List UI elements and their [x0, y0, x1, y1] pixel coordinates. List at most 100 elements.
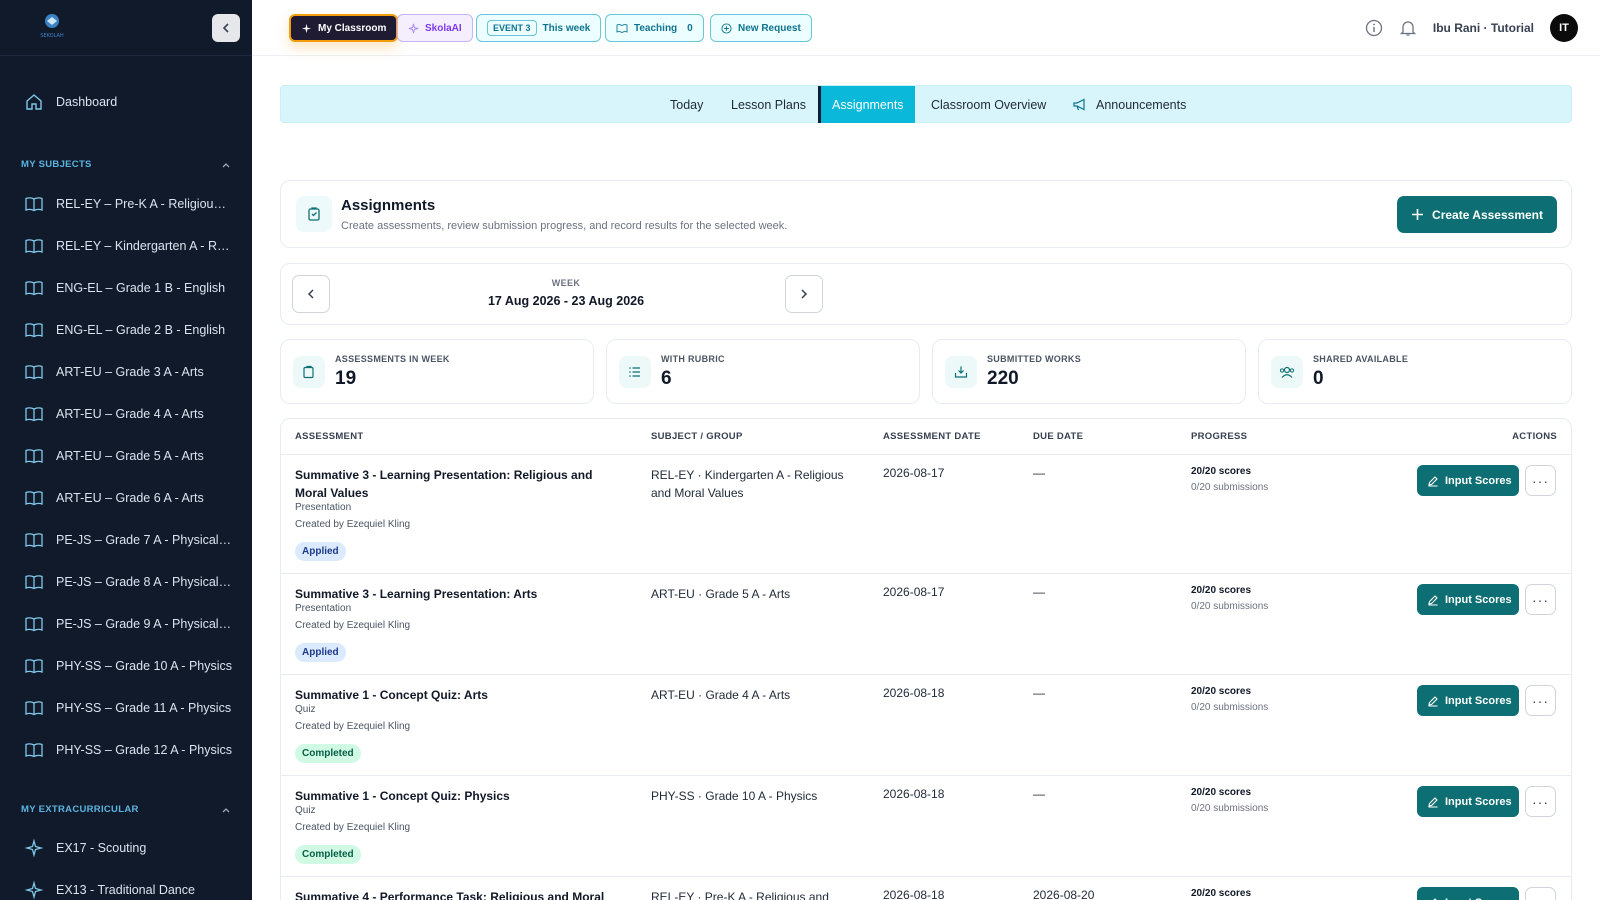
avatar[interactable]: IT — [1550, 14, 1578, 42]
skola-ai-chip[interactable]: SkolaAI — [397, 14, 473, 42]
sidebar-item-subject[interactable]: PHY-SS – Grade 10 A - Physics — [0, 648, 252, 684]
more-actions-button[interactable]: ··· — [1525, 887, 1556, 900]
teaching-chip[interactable]: Teaching 0 — [605, 14, 704, 42]
my-classroom-chip[interactable]: My Classroom — [289, 14, 399, 42]
more-actions-button[interactable]: ··· — [1525, 685, 1556, 716]
assessment-title[interactable]: Summative 3 - Learning Presentation: Art… — [295, 585, 625, 603]
assessment-title[interactable]: Summative 3 - Learning Presentation: Rel… — [295, 466, 625, 502]
tab-lesson-plans[interactable]: Lesson Plans — [720, 86, 817, 123]
sidebar-item-extracurricular[interactable]: EX17 - Scouting — [0, 830, 252, 866]
stat-label: WITH RUBRIC — [661, 354, 725, 364]
book-icon — [25, 743, 43, 758]
tab-classroom-overview[interactable]: Classroom Overview — [920, 86, 1057, 123]
sidebar-item-subject[interactable]: ART-EU – Grade 4 A - Arts — [0, 396, 252, 432]
book-icon — [25, 449, 43, 464]
sidebar-item-subject[interactable]: ART-EU – Grade 5 A - Arts — [0, 438, 252, 474]
stat-value: 19 — [335, 368, 357, 389]
bell-icon[interactable] — [1399, 19, 1417, 37]
chevron-up-icon — [222, 807, 230, 812]
sidebar-item-subject[interactable]: PE-JS – Grade 7 A - Physical Education — [0, 522, 252, 558]
tab-label: Lesson Plans — [731, 97, 807, 112]
table-row[interactable]: Summative 1 - Concept Quiz: Arts Quiz Crea… — [281, 675, 1571, 776]
create-assessment-button[interactable]: Create Assessment — [1397, 196, 1557, 233]
sidebar-item-label: ENG-EL – Grade 2 B - English — [56, 323, 226, 337]
plus-circle-icon — [721, 22, 732, 34]
tab-assignments[interactable]: Assignments — [818, 86, 915, 123]
more-actions-button[interactable]: ··· — [1525, 465, 1556, 496]
assessment-title[interactable]: Summative 1 - Concept Quiz: Arts — [295, 686, 625, 704]
input-scores-button[interactable]: Input Scores — [1417, 887, 1519, 900]
sidebar-item-subject[interactable]: PE-JS – Grade 8 A - Physical Education — [0, 564, 252, 600]
book-icon — [25, 491, 43, 506]
sidebar-item-subject[interactable]: REL-EY – Kindergarten A - Religious and … — [0, 228, 252, 264]
assessment-title[interactable]: Summative 4 - Performance Task: Religiou… — [295, 888, 625, 900]
edit-icon — [1428, 695, 1438, 707]
megaphone-icon — [1073, 98, 1085, 111]
next-week-button[interactable] — [785, 275, 823, 313]
previous-week-button[interactable] — [292, 275, 330, 313]
table-row[interactable]: Summative 1 - Concept Quiz: Physics Quiz C… — [281, 776, 1571, 877]
my-subjects-heading[interactable]: MY SUBJECTS — [21, 159, 231, 170]
sidebar: SEKOLAH Dashboard MY SUBJECTS REL-EY – P… — [0, 0, 252, 900]
tab-announcements[interactable]: Announcements — [1062, 86, 1197, 123]
svg-text:SEKOLAH: SEKOLAH — [40, 33, 64, 39]
button-label: Input Scores — [1445, 897, 1512, 900]
table-row[interactable]: Summative 4 - Performance Task: Religiou… — [281, 877, 1571, 900]
sidebar-item-subject[interactable]: ART-EU – Grade 3 A - Arts — [0, 354, 252, 390]
tab-today[interactable]: Today — [659, 86, 714, 123]
sidebar-item-subject[interactable]: ENG-EL – Grade 2 B - English — [0, 312, 252, 348]
chip-label: Teaching — [634, 22, 678, 34]
table-row[interactable]: Summative 3 - Learning Presentation: Rel… — [281, 455, 1571, 574]
sidebar-item-label: PHY-SS – Grade 10 A - Physics — [56, 659, 232, 673]
clipboard-icon — [293, 356, 325, 388]
week-label: WEEK — [551, 278, 581, 288]
column-header-assessment: ASSESSMENT — [295, 431, 364, 442]
sidebar-item-extracurricular[interactable]: EX13 - Traditional Dance — [0, 872, 252, 900]
sidebar-item-subject[interactable]: PHY-SS – Grade 12 A - Physics — [0, 732, 252, 768]
section-label: MY EXTRACURRICULAR — [21, 804, 139, 815]
book-icon — [25, 323, 43, 338]
column-header-progress: PROGRESS — [1191, 431, 1248, 442]
sidebar-item-subject[interactable]: REL-EY – Pre-K A - Religious and Moral V… — [0, 186, 252, 222]
more-actions-button[interactable]: ··· — [1525, 786, 1556, 817]
assessment-type: Presentation — [295, 603, 352, 614]
edit-icon — [1428, 594, 1438, 606]
more-icon: ··· — [1532, 895, 1549, 900]
more-actions-button[interactable]: ··· — [1525, 584, 1556, 615]
school-logo[interactable]: SEKOLAH — [34, 12, 70, 40]
input-scores-button[interactable]: Input Scores — [1417, 584, 1519, 615]
info-icon[interactable] — [1365, 19, 1383, 37]
input-scores-button[interactable]: Input Scores — [1417, 465, 1519, 496]
sidebar-collapse-button[interactable] — [212, 14, 240, 42]
event-chip[interactable]: EVENT 3 This week — [476, 14, 602, 42]
stat-label: ASSESSMENTS IN WEEK — [335, 354, 450, 364]
my-extracurricular-heading[interactable]: MY EXTRACURRICULAR — [21, 804, 231, 815]
input-scores-button[interactable]: Input Scores — [1417, 685, 1519, 716]
scores-progress: 20/20 scores — [1191, 787, 1252, 798]
input-scores-button[interactable]: Input Scores — [1417, 786, 1519, 817]
sidebar-item-label: PE-JS – Grade 8 A - Physical Education — [56, 575, 232, 589]
scores-progress: 20/20 scores — [1191, 466, 1252, 477]
due-date: 2026-08-20 — [1033, 888, 1095, 900]
sidebar-item-subject[interactable]: PE-JS – Grade 9 A - Physical Education — [0, 606, 252, 642]
sidebar-item-label: Dashboard — [56, 95, 118, 109]
scores-progress: 20/20 scores — [1191, 888, 1252, 899]
teaching-count: 0 — [687, 22, 693, 34]
sidebar-item-dashboard[interactable]: Dashboard — [0, 84, 252, 120]
new-request-chip[interactable]: New Request — [710, 14, 812, 42]
created-by: Created by Ezequiel Kling — [295, 620, 411, 631]
submissions-progress: 0/20 submissions — [1191, 803, 1269, 814]
book-icon — [25, 197, 43, 212]
sidebar-item-subject[interactable]: PHY-SS – Grade 11 A - Physics — [0, 690, 252, 726]
user-name[interactable]: Ibu Rani · Tutorial — [1433, 21, 1534, 35]
sidebar-item-label: ART-EU – Grade 6 A - Arts — [56, 491, 204, 505]
table-row[interactable]: Summative 3 - Learning Presentation: Art… — [281, 574, 1571, 675]
week-range: 17 Aug 2026 - 23 Aug 2026 — [487, 294, 645, 308]
sidebar-item-subject[interactable]: ENG-EL – Grade 1 B - English — [0, 270, 252, 306]
assessment-title[interactable]: Summative 1 - Concept Quiz: Physics — [295, 787, 625, 805]
event-tag: EVENT 3 — [487, 20, 537, 36]
sidebar-item-subject[interactable]: ART-EU – Grade 6 A - Arts — [0, 480, 252, 516]
stat-value: 6 — [661, 368, 672, 389]
sparkle-icon — [24, 880, 44, 900]
created-by: Created by Ezequiel Kling — [295, 721, 411, 732]
